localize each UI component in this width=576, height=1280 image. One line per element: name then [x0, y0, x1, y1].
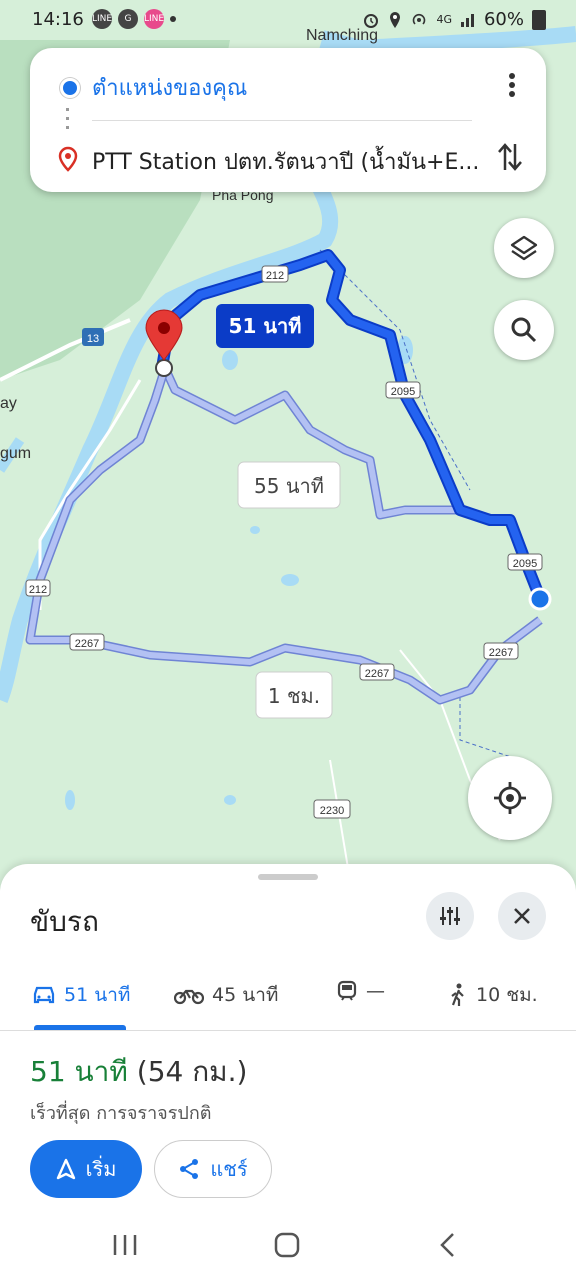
destination-pin-icon [58, 146, 78, 172]
swap-vert-icon[interactable] [496, 140, 524, 174]
close-button[interactable] [498, 892, 546, 940]
search-icon [511, 317, 537, 343]
more-dot-icon [170, 16, 176, 22]
origin-field[interactable]: ตำแหน่งของคุณ [92, 70, 247, 105]
active-tab-indicator [34, 1025, 126, 1030]
share-label: แชร์ [210, 1157, 248, 1181]
svg-text:1 ชม.: 1 ชม. [268, 684, 320, 708]
route-options-button[interactable] [426, 892, 474, 940]
google-app-icon: G [118, 9, 138, 29]
travel-mode-tabs: 51 นาที 45 นาที — 10 ชม. [0, 966, 576, 1031]
line-app-icon: LINE [144, 9, 164, 29]
walk-icon [451, 983, 464, 1006]
share-icon [180, 1159, 199, 1179]
tab-walking[interactable]: 10 ชม. [448, 980, 538, 1010]
tab-motorcycle-label: 45 นาที [212, 984, 279, 1006]
share-button[interactable]: แชร์ [154, 1140, 272, 1198]
signal-icon [460, 13, 474, 27]
road-shield-212: 212 [25, 579, 51, 597]
status-time: 14:16 [32, 9, 84, 30]
tune-icon [440, 907, 460, 925]
svg-text:2267: 2267 [365, 668, 389, 680]
route-summary: 51 นาที (54 กม.) [30, 1050, 247, 1094]
system-icons: 4G 60% [362, 9, 546, 30]
start-navigation-button[interactable]: เริ่ม [30, 1140, 142, 1198]
hotspot-icon [413, 13, 426, 25]
road-shield-13: 13 [82, 328, 104, 346]
close-icon [514, 908, 530, 924]
svg-text:2267: 2267 [489, 647, 513, 659]
my-location-button[interactable] [468, 756, 552, 840]
layers-button[interactable] [494, 218, 554, 278]
road-shield-2095: 2095 [385, 381, 421, 399]
road-shield-2267: 2267 [359, 663, 395, 681]
directions-card: ตำแหน่งของคุณ PTT Station ปตท.รัตนวาปี (… [30, 48, 546, 192]
tab-walking-label: 10 ชม. [476, 984, 538, 1006]
place-label-gum: gum [0, 445, 31, 462]
alarm-icon [364, 13, 379, 28]
start-label: เริ่ม [85, 1157, 117, 1181]
more-vert-icon[interactable] [502, 70, 522, 100]
search-button[interactable] [494, 300, 554, 360]
layers-icon [510, 235, 538, 261]
tab-driving[interactable]: 51 นาที [32, 980, 130, 1010]
network-type: 4G [436, 13, 452, 26]
road-shield-2267: 2267 [483, 642, 519, 660]
svg-text:2095: 2095 [391, 386, 415, 398]
transit-icon [337, 980, 357, 1001]
place-label-ay: ay [0, 395, 17, 412]
my-location-icon [494, 782, 526, 814]
svg-text:212: 212 [29, 584, 47, 596]
route-label-primary[interactable]: 51 นาที [216, 304, 314, 348]
navigation-arrow-icon [56, 1158, 75, 1180]
route-dots-icon [66, 108, 69, 134]
road-shield-2267: 2267 [69, 633, 105, 651]
tab-transit-label: — [366, 980, 385, 1002]
road-shield-212: 212 [261, 265, 289, 283]
home-icon[interactable] [273, 1232, 301, 1258]
svg-text:2095: 2095 [513, 558, 537, 570]
status-bar: 14:16 LINE G LINE 4G 60% [0, 0, 576, 42]
svg-text:2267: 2267 [75, 638, 99, 650]
route-label-alt2[interactable]: 1 ชม. [255, 671, 333, 719]
notification-icons: LINE G LINE [92, 9, 176, 29]
battery-percent: 60% [483, 9, 524, 30]
motorcycle-icon [174, 989, 204, 1005]
location-icon [390, 11, 401, 28]
sheet-drag-handle[interactable] [258, 874, 318, 880]
route-duration: 51 นาที [30, 1055, 128, 1088]
svg-text:55 นาที: 55 นาที [254, 474, 324, 498]
current-location-dot[interactable] [528, 587, 552, 611]
tab-transit[interactable]: — [336, 980, 385, 1002]
route-description: เร็วที่สุด การจราจรปกติ [30, 1103, 212, 1124]
system-nav-bar [0, 1206, 576, 1280]
road-shield-2230: 2230 [313, 799, 351, 819]
svg-text:2230: 2230 [320, 805, 344, 817]
road-shield-2095: 2095 [507, 553, 543, 571]
route-label-alt1[interactable]: 55 นาที [237, 461, 341, 509]
back-icon[interactable] [438, 1232, 458, 1258]
svg-text:51 นาที: 51 นาที [229, 314, 302, 338]
route-distance: (54 กม.) [136, 1055, 248, 1088]
svg-text:212: 212 [266, 270, 284, 282]
origin-dot-icon [60, 78, 80, 98]
car-icon [33, 986, 55, 1004]
svg-text:13: 13 [87, 333, 99, 345]
recents-icon[interactable] [112, 1234, 138, 1256]
sheet-title: ขับรถ [30, 905, 99, 938]
line-app-icon: LINE [92, 9, 112, 29]
divider [92, 120, 472, 121]
destination-field[interactable]: PTT Station ปตท.รัตนวาปี (น้ำมัน+E... [92, 144, 482, 179]
tab-motorcycle[interactable]: 45 นาที [174, 980, 278, 1010]
battery-icon [532, 9, 546, 30]
tab-driving-label: 51 นาที [64, 984, 131, 1006]
